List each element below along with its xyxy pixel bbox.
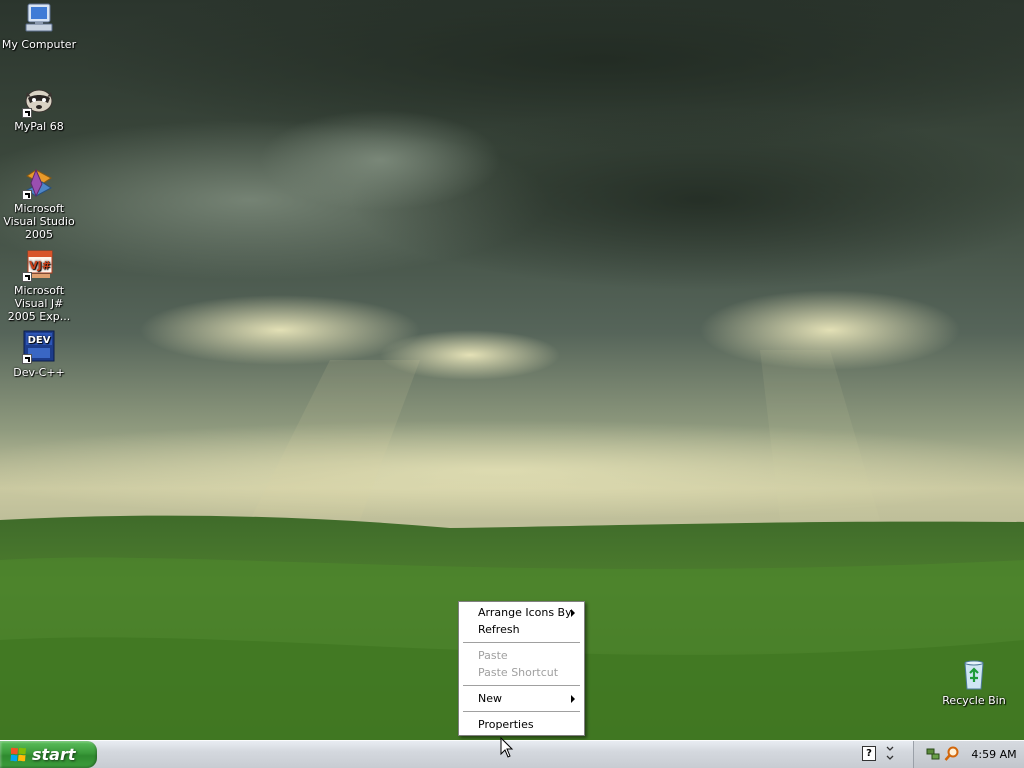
shortcut-arrow-icon [22, 190, 32, 200]
desktop-icon-label: Dev-C++ [13, 366, 65, 379]
system-tray: 4:59 AM [913, 741, 1024, 768]
desktop-icon-my-computer[interactable]: My Computer [0, 2, 78, 51]
search-icon[interactable] [944, 746, 960, 762]
submenu-arrow-icon [571, 609, 575, 617]
submenu-arrow-icon [571, 695, 575, 703]
shortcut-arrow-icon [22, 108, 32, 118]
desktop-icon-label: MyPal 68 [14, 120, 64, 133]
menu-item-paste-shortcut[interactable]: Paste Shortcut [461, 664, 582, 681]
desktop[interactable]: My Computer MyPal 68 Microsoft Visual St… [0, 0, 1024, 740]
windows-logo-icon [10, 747, 26, 762]
menu-item-label: Paste Shortcut [478, 666, 559, 679]
menu-item-properties[interactable]: Properties [461, 716, 582, 733]
desktop-context-menu: Arrange Icons By Refresh Paste Paste Sho… [458, 601, 585, 736]
recycle-bin-icon [957, 658, 991, 692]
menu-item-arrange-icons-by[interactable]: Arrange Icons By [461, 604, 582, 621]
menu-separator [463, 685, 580, 686]
desktop-icon-recycle-bin[interactable]: Recycle Bin [935, 658, 1013, 707]
menu-item-refresh[interactable]: Refresh [461, 621, 582, 638]
desktop-icon-label: Recycle Bin [942, 694, 1006, 707]
dev-cpp-icon: DEV [22, 330, 56, 364]
menu-item-label: Refresh [478, 623, 520, 636]
start-button[interactable]: start [0, 741, 97, 768]
menu-item-new[interactable]: New [461, 690, 582, 707]
visual-jsharp-icon: VJ# [22, 248, 56, 282]
shortcut-arrow-icon [22, 272, 32, 282]
desktop-icon-visual-jsharp[interactable]: VJ# Microsoft Visual J# 2005 Exp... [0, 248, 78, 323]
shortcut-arrow-icon [22, 354, 32, 364]
mouse-cursor-icon [500, 737, 514, 758]
desktop-icon-label: Microsoft Visual Studio 2005 [3, 202, 75, 241]
mypal-icon [22, 84, 56, 118]
help-icon[interactable]: ? [862, 746, 876, 761]
desktop-icon-label: My Computer [1, 38, 77, 51]
network-icon[interactable] [926, 747, 940, 761]
svg-text:DEV: DEV [28, 335, 51, 346]
menu-separator [463, 642, 580, 643]
desktop-icon-visual-studio[interactable]: Microsoft Visual Studio 2005 [0, 166, 78, 241]
visual-studio-icon [22, 166, 56, 200]
menu-separator [463, 711, 580, 712]
menu-item-label: Arrange Icons By [478, 606, 572, 619]
my-computer-icon [22, 2, 56, 36]
clock[interactable]: 4:59 AM [966, 741, 1022, 768]
desktop-icon-mypal[interactable]: MyPal 68 [0, 84, 78, 133]
menu-item-label: Properties [478, 718, 534, 731]
svg-text:VJ#: VJ# [29, 259, 51, 272]
menu-item-label: New [478, 692, 502, 705]
tray-expand-icon[interactable] [885, 744, 895, 764]
desktop-icon-label: Microsoft Visual J# 2005 Exp... [7, 284, 71, 323]
menu-item-label: Paste [478, 649, 508, 662]
start-label: start [32, 745, 76, 764]
menu-item-paste[interactable]: Paste [461, 647, 582, 664]
desktop-icon-dev-cpp[interactable]: DEV Dev-C++ [0, 330, 78, 379]
